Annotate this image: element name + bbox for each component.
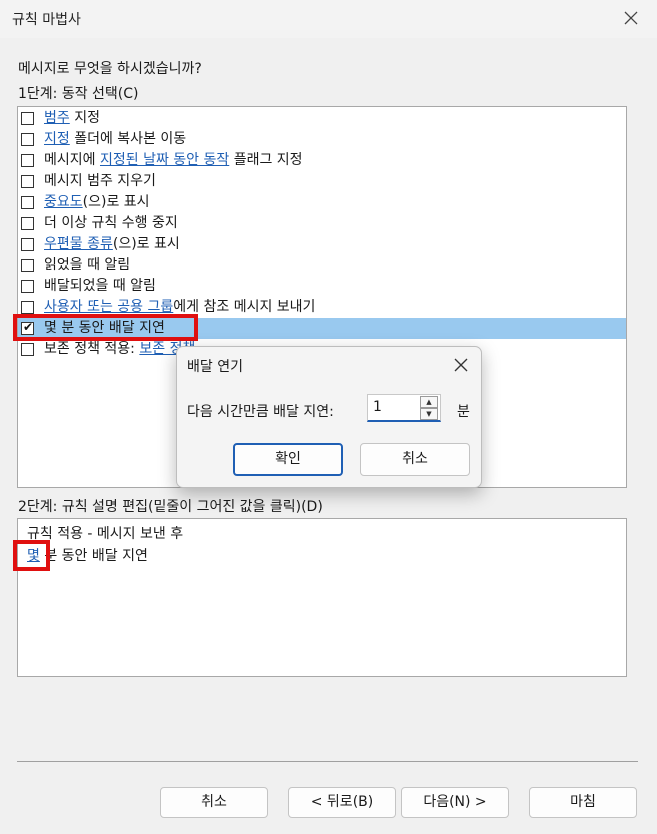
action-label: 우편물 종류(으)로 표시 <box>44 235 180 253</box>
back-button[interactable]: < 뒤로(B) <box>288 787 396 818</box>
action-label: 읽었을 때 알림 <box>44 256 130 274</box>
window-title: 규칙 마법사 <box>12 12 81 28</box>
action-label: 보존 정책 적용: 보존 정책 <box>44 340 195 358</box>
step2-label: 2단계: 규칙 설명 편집(밑줄이 그어진 값을 클릭)(D) <box>18 499 323 515</box>
dialog-cancel-button[interactable]: 취소 <box>360 443 470 476</box>
highlight-box-link <box>13 540 50 571</box>
title-bar: 규칙 마법사 <box>0 0 657 38</box>
action-text: 에게 참조 메시지 보내기 <box>173 299 316 315</box>
action-text: 폴더에 복사본 이동 <box>69 131 187 147</box>
action-text: (으)로 표시 <box>82 194 150 210</box>
cancel-button[interactable]: 취소 <box>160 787 268 818</box>
action-text: 보존 정책 적용: <box>44 341 140 357</box>
spinner-down-icon[interactable]: ▼ <box>420 408 438 420</box>
delay-minutes-spinner[interactable]: 1 ▲ ▼ <box>367 394 441 422</box>
description-line1: 규칙 적용 - 메시지 보낸 후 <box>27 526 184 542</box>
defer-delivery-dialog: 배달 연기 다음 시간만큼 배달 지연: 1 ▲ ▼ 분 확인 취소 <box>176 346 482 488</box>
action-item[interactable]: 메시지에 지정된 날짜 동안 동작 플래그 지정 <box>18 150 626 171</box>
action-value-link[interactable]: 지정된 날짜 동안 동작 <box>100 152 229 168</box>
action-label: 지정 폴더에 복사본 이동 <box>44 130 186 148</box>
delay-prompt: 다음 시간만큼 배달 지연: <box>187 404 334 420</box>
action-label: 더 이상 규칙 수행 중지 <box>44 214 178 232</box>
dialog-title: 배달 연기 <box>187 359 243 375</box>
action-checkbox[interactable] <box>21 301 34 314</box>
action-checkbox[interactable] <box>21 343 34 356</box>
action-item[interactable]: 읽었을 때 알림 <box>18 255 626 276</box>
action-item[interactable]: 더 이상 규칙 수행 중지 <box>18 213 626 234</box>
step1-label: 1단계: 동작 선택(C) <box>18 86 139 102</box>
separator <box>17 761 638 762</box>
description-rest: 분 동안 배달 지연 <box>39 548 148 564</box>
next-button[interactable]: 다음(N) > <box>401 787 509 818</box>
action-text: 메시지 범주 지우기 <box>44 173 156 189</box>
action-checkbox[interactable] <box>21 259 34 272</box>
action-label: 메시지에 지정된 날짜 동안 동작 플래그 지정 <box>44 151 303 169</box>
finish-button[interactable]: 마침 <box>529 787 637 818</box>
action-value-link[interactable]: 범주 <box>44 110 70 126</box>
spinner-up-icon[interactable]: ▲ <box>420 396 438 408</box>
action-value-link[interactable]: 사용자 또는 공용 그룹 <box>44 299 173 315</box>
action-text: 지정 <box>69 110 100 126</box>
highlight-box-action <box>13 314 198 341</box>
action-value-link[interactable]: 우편물 종류 <box>44 236 113 252</box>
action-checkbox[interactable] <box>21 217 34 230</box>
delay-unit: 분 <box>457 404 470 420</box>
action-text: 메시지에 <box>44 152 100 168</box>
action-text: 읽었을 때 알림 <box>44 257 131 273</box>
action-text: 플래그 지정 <box>229 152 303 168</box>
action-checkbox[interactable] <box>21 280 34 293</box>
action-label: 중요도(으)로 표시 <box>44 193 150 211</box>
dialog-ok-button[interactable]: 확인 <box>233 443 343 476</box>
action-checkbox[interactable] <box>21 238 34 251</box>
action-item[interactable]: 범주 지정 <box>18 108 626 129</box>
action-item[interactable]: 우편물 종류(으)로 표시 <box>18 234 626 255</box>
question-label: 메시지로 무엇을 하시겠습니까? <box>18 61 202 77</box>
rule-description: 규칙 적용 - 메시지 보낸 후 몇 분 동안 배달 지연 <box>17 518 627 677</box>
action-label: 메시지 범주 지우기 <box>44 172 156 190</box>
action-item[interactable]: 메시지 범주 지우기 <box>18 171 626 192</box>
action-checkbox[interactable] <box>21 133 34 146</box>
close-icon[interactable] <box>619 6 643 30</box>
spinner-arrows: ▲ ▼ <box>420 396 438 420</box>
action-label: 범주 지정 <box>44 109 100 127</box>
action-checkbox[interactable] <box>21 112 34 125</box>
action-value-link[interactable]: 지정 <box>44 131 70 147</box>
action-text: (으)로 표시 <box>112 236 180 252</box>
action-checkbox[interactable] <box>21 154 34 167</box>
action-checkbox[interactable] <box>21 175 34 188</box>
action-item[interactable]: 중요도(으)로 표시 <box>18 192 626 213</box>
action-text: 배달되었을 때 알림 <box>44 278 156 294</box>
action-text: 더 이상 규칙 수행 중지 <box>44 215 178 231</box>
action-item[interactable]: 지정 폴더에 복사본 이동 <box>18 129 626 150</box>
dialog-close-icon[interactable] <box>453 357 469 373</box>
delay-minutes-value[interactable]: 1 <box>373 399 382 415</box>
action-checkbox[interactable] <box>21 196 34 209</box>
action-label: 배달되었을 때 알림 <box>44 277 156 295</box>
action-value-link[interactable]: 중요도 <box>44 194 83 210</box>
action-item[interactable]: 배달되었을 때 알림 <box>18 276 626 297</box>
